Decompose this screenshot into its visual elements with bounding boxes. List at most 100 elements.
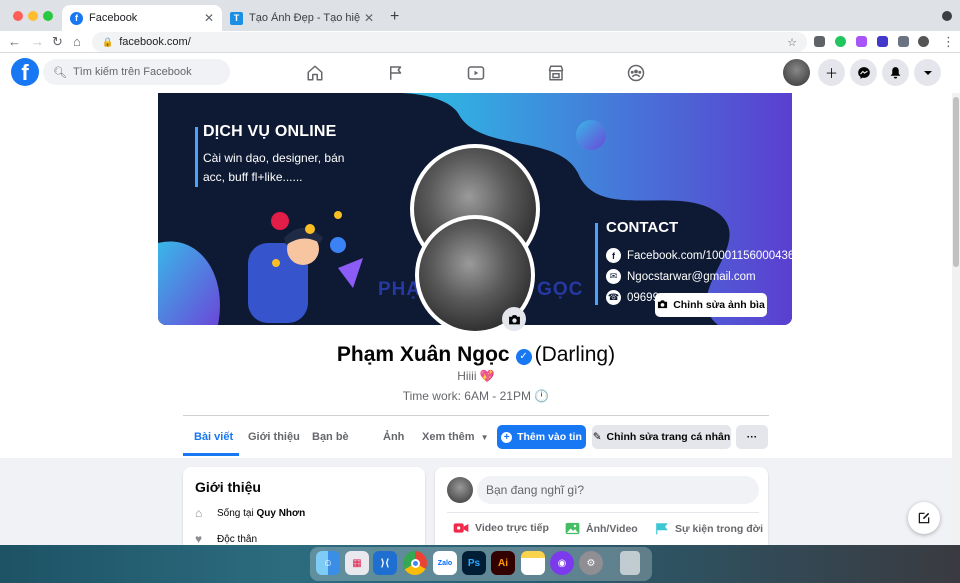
notes-icon[interactable] bbox=[521, 551, 545, 575]
extension-icon[interactable] bbox=[835, 36, 846, 47]
lives-city[interactable]: Quy Nhơn bbox=[256, 508, 305, 519]
back-icon[interactable]: ← bbox=[8, 34, 21, 50]
trash-icon[interactable] bbox=[620, 551, 640, 575]
tab-posts[interactable]: Bài viết bbox=[194, 431, 233, 443]
lives-prefix: Sống tại bbox=[217, 507, 254, 519]
caret-down-icon[interactable] bbox=[914, 59, 941, 86]
contact-phone: ☎ 09699 bbox=[606, 290, 659, 305]
home-icon: ⌂ bbox=[195, 506, 203, 520]
close-tab-icon[interactable]: ✕ bbox=[204, 11, 214, 25]
maximize-window-button[interactable] bbox=[43, 11, 53, 21]
facebook-favicon-icon: f bbox=[70, 11, 83, 25]
scrollbar-thumb[interactable] bbox=[953, 97, 959, 267]
contact-email: ✉ Ngocstarwar@gmail.com bbox=[606, 269, 756, 284]
relationship-text: Độc thân bbox=[217, 533, 258, 545]
add-to-story-button[interactable]: + Thêm vào tin bbox=[497, 425, 586, 449]
puzzle-icon[interactable] bbox=[898, 36, 909, 47]
profile-divider bbox=[183, 415, 769, 416]
photoshop-icon[interactable]: Ps bbox=[462, 551, 486, 575]
extension-icon[interactable] bbox=[814, 36, 825, 47]
search-input[interactable]: 🔍︎ Tìm kiếm trên Facebook bbox=[43, 59, 230, 85]
tab-search-icon[interactable] bbox=[942, 11, 952, 21]
contact-accent-bar bbox=[595, 223, 598, 305]
close-window-button[interactable] bbox=[13, 11, 23, 21]
camera-icon bbox=[657, 299, 668, 312]
tab-more[interactable]: Xem thêm ▼ bbox=[422, 431, 489, 443]
contact-title: CONTACT bbox=[606, 219, 679, 236]
address-bar[interactable]: 🔒 facebook.com/ ☆ bbox=[92, 32, 807, 52]
extension-icon[interactable] bbox=[856, 36, 867, 47]
tab-photos[interactable]: Ảnh bbox=[383, 431, 404, 443]
bell-icon[interactable] bbox=[882, 59, 909, 86]
composer-input[interactable]: Bạn đang nghĩ gì? bbox=[477, 476, 759, 504]
flag-icon[interactable] bbox=[385, 62, 407, 84]
contact-email-text: Ngocstarwar@gmail.com bbox=[627, 270, 756, 283]
video-camera-icon bbox=[453, 523, 469, 533]
contact-facebook: f Facebook.com/10001156000436 bbox=[606, 248, 792, 263]
new-message-button[interactable] bbox=[908, 502, 940, 534]
pencil-icon: ✎ bbox=[592, 431, 602, 443]
more-options-button[interactable]: ··· bbox=[736, 425, 768, 449]
tab-about[interactable]: Giới thiệu bbox=[248, 431, 300, 443]
verified-badge-icon: ✓ bbox=[515, 349, 532, 365]
home-icon[interactable]: ⌂ bbox=[73, 34, 81, 50]
flag-icon bbox=[656, 523, 668, 535]
profile-name-text: Phạm Xuân Ngọc bbox=[336, 343, 510, 366]
edit-cover-button[interactable]: Chỉnh sửa ảnh bìa bbox=[655, 293, 767, 317]
tab-title: Facebook bbox=[89, 12, 138, 24]
tab-tao-anh-dep[interactable]: T Tạo Ảnh Đẹp - Tạo hiệu ứng chữ ✕ bbox=[222, 5, 382, 31]
site-favicon-icon: T bbox=[230, 11, 243, 25]
avatar[interactable] bbox=[783, 59, 810, 86]
illustrator-icon[interactable]: Ai bbox=[491, 551, 515, 575]
avatar[interactable] bbox=[447, 477, 473, 503]
intro-relationship: ♥ Độc thân bbox=[195, 533, 257, 545]
tab-friends[interactable]: Bạn bè bbox=[312, 431, 349, 443]
add-to-story-label: Thêm vào tin bbox=[517, 431, 582, 443]
macos-dock: ☺ ▦ ⟩⟨ Zalo Ps Ai ◉ ⚙ bbox=[310, 547, 652, 581]
phone-icon: ☎ bbox=[606, 290, 621, 305]
vscode-icon[interactable]: ⟩⟨ bbox=[373, 551, 397, 575]
photo-icon bbox=[565, 522, 580, 535]
messenger-icon[interactable] bbox=[850, 59, 877, 86]
chrome-icon[interactable] bbox=[403, 551, 427, 575]
live-video-label: Video trực tiếp bbox=[475, 522, 549, 534]
tab-facebook[interactable]: f Facebook ✕ bbox=[62, 5, 222, 31]
profile-bio: Hiiii 💖 bbox=[457, 369, 495, 383]
photo-video-button[interactable]: Ảnh/Video bbox=[565, 522, 638, 535]
search-icon: 🔍︎ bbox=[53, 66, 67, 79]
forward-icon[interactable]: → bbox=[31, 34, 44, 50]
heart-icon: ♥ bbox=[195, 532, 203, 546]
edit-profile-button[interactable]: ✎ Chỉnh sửa trang cá nhân bbox=[592, 425, 731, 449]
profile-avatar-icon[interactable] bbox=[918, 36, 929, 47]
edit-cover-label: Chỉnh sửa ảnh bìa bbox=[673, 299, 765, 311]
reload-icon[interactable]: ↻ bbox=[52, 34, 63, 50]
intro-card: Giới thiệu ⌂ Sống tại Quy Nhơn ♥ Độc thâ… bbox=[183, 467, 425, 557]
tab-title: Tạo Ảnh Đẹp - Tạo hiệu ứng chữ bbox=[249, 12, 360, 24]
lock-icon: 🔒 bbox=[102, 36, 114, 47]
new-tab-button[interactable]: + bbox=[390, 8, 399, 26]
update-profile-picture-button[interactable] bbox=[502, 307, 526, 331]
compose-icon bbox=[918, 512, 930, 524]
groups-icon[interactable] bbox=[625, 62, 647, 84]
watch-icon[interactable] bbox=[465, 62, 487, 84]
plus-icon[interactable]: ＋ bbox=[818, 59, 845, 86]
facebook-icon: f bbox=[606, 248, 621, 263]
live-video-button[interactable]: Video trực tiếp bbox=[453, 522, 549, 534]
launchpad-icon[interactable]: ▦ bbox=[345, 551, 369, 575]
page-scrollbar[interactable] bbox=[952, 93, 960, 545]
finder-icon[interactable]: ☺ bbox=[316, 551, 340, 575]
zalo-icon[interactable]: Zalo bbox=[433, 551, 457, 575]
active-tab-indicator bbox=[183, 453, 239, 456]
close-tab-icon[interactable]: ✕ bbox=[364, 11, 374, 25]
github-icon[interactable]: ◉ bbox=[550, 551, 574, 575]
life-event-button[interactable]: Sự kiện trong đời bbox=[655, 522, 763, 535]
bookmark-star-icon[interactable]: ☆ bbox=[787, 36, 797, 49]
home-icon[interactable] bbox=[304, 62, 326, 84]
marketplace-icon[interactable] bbox=[545, 62, 567, 84]
minimize-window-button[interactable] bbox=[28, 11, 38, 21]
menu-dots-icon[interactable]: ⋮ bbox=[942, 34, 955, 50]
cover-title: DỊCH VỤ ONLINE bbox=[203, 123, 337, 140]
facebook-logo[interactable]: f bbox=[11, 58, 39, 86]
settings-icon[interactable]: ⚙ bbox=[579, 551, 603, 575]
extension-icon[interactable] bbox=[877, 36, 888, 47]
